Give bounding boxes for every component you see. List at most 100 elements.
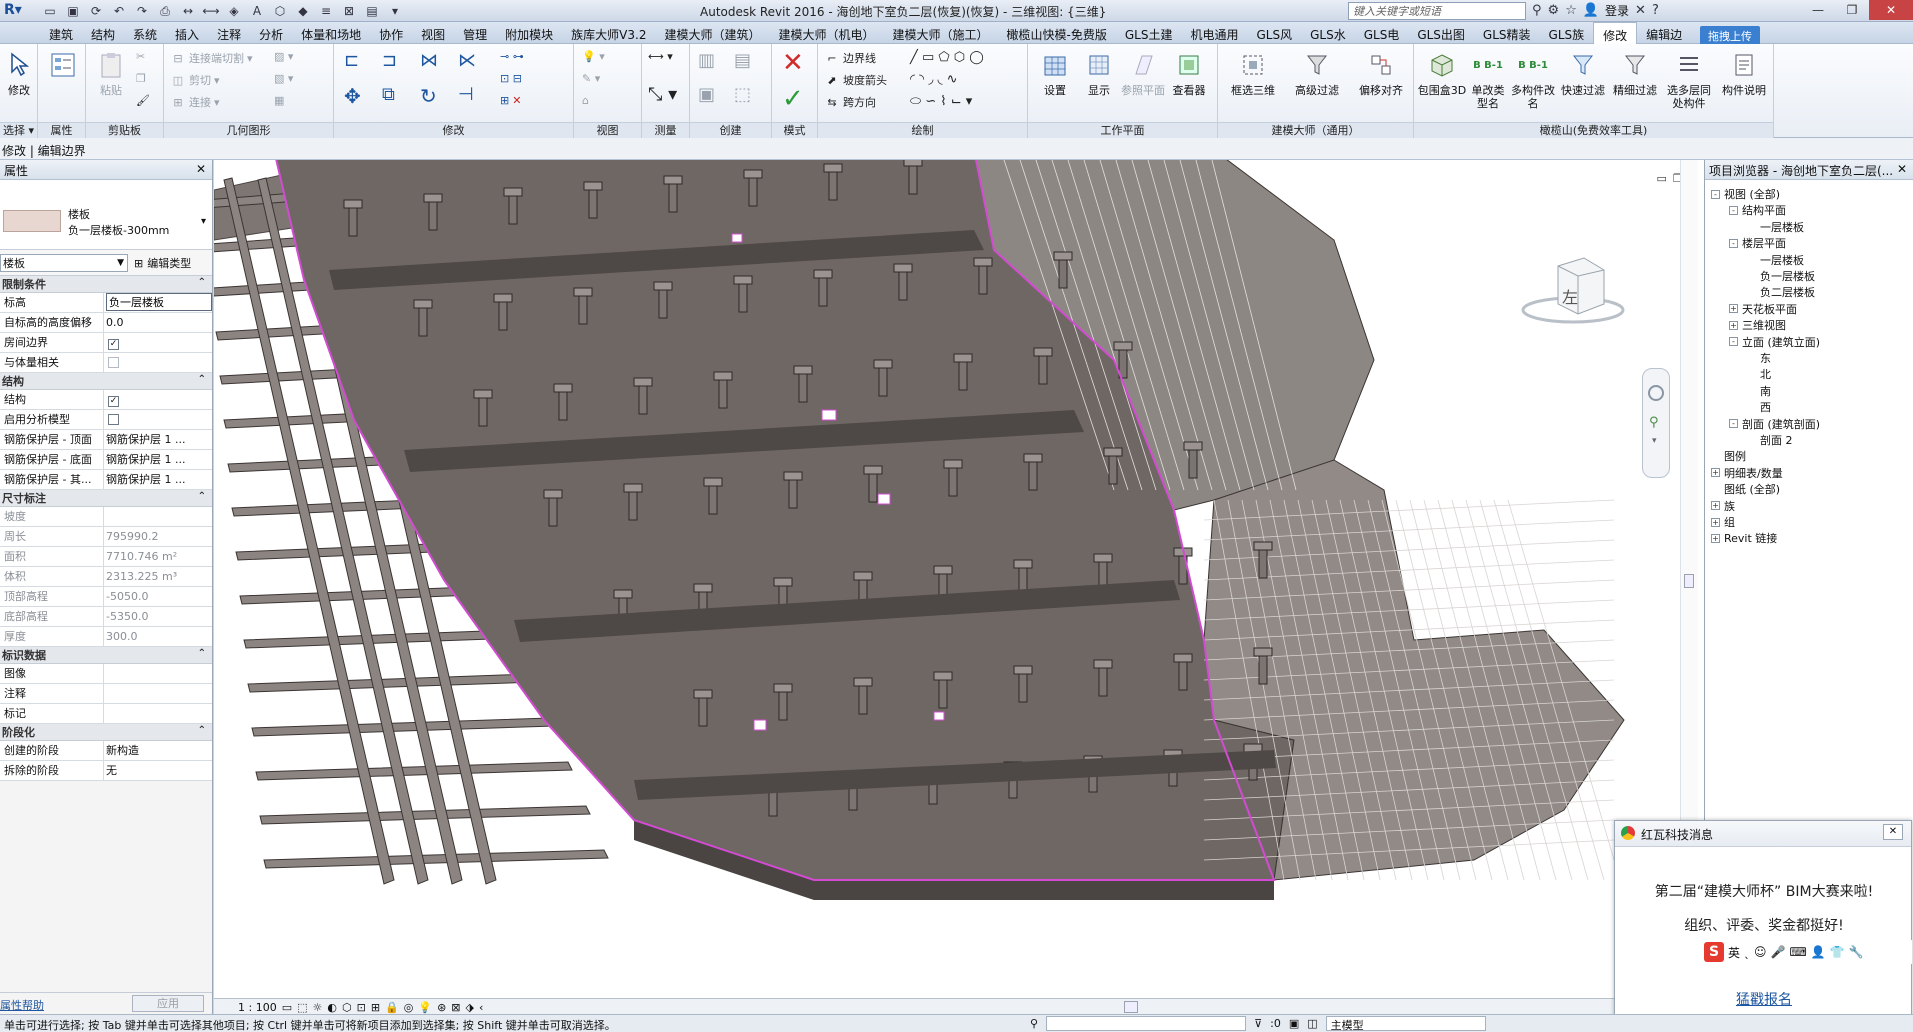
browser-node[interactable]: 西 bbox=[1747, 399, 1771, 415]
collapse-icon[interactable]: - bbox=[1729, 419, 1738, 429]
login-link[interactable]: 登录 bbox=[1605, 2, 1629, 19]
span-direction-button[interactable]: ⇆ 跨方向 bbox=[824, 94, 876, 110]
property-value[interactable]: 新构造 bbox=[104, 741, 212, 760]
property-input[interactable] bbox=[106, 293, 212, 311]
fine-filter-button[interactable]: 精细过滤 bbox=[1610, 50, 1660, 97]
close-hidden-icon[interactable]: ⊠ bbox=[339, 2, 359, 20]
workset-selector[interactable] bbox=[1046, 1016, 1247, 1031]
create-parts-icon[interactable]: ▣ bbox=[698, 84, 715, 105]
sun-path-icon[interactable]: ☼ bbox=[313, 1001, 323, 1014]
box-select-3d-button[interactable]: 框选三维 bbox=[1224, 50, 1282, 97]
section-icon[interactable]: ◆ bbox=[293, 2, 313, 20]
browser-node[interactable]: - 立面 (建筑立面) bbox=[1729, 334, 1820, 350]
create-assembly-icon[interactable]: ⬚ bbox=[734, 84, 751, 105]
property-section-header[interactable]: 限制条件 ⌃ bbox=[0, 276, 212, 293]
switch-windows-icon[interactable]: ▤ bbox=[362, 2, 382, 20]
steering-wheel-icon[interactable] bbox=[1648, 385, 1664, 401]
nav-chevron-icon[interactable]: ▾ bbox=[1652, 436, 1669, 446]
type-selector[interactable]: 楼板 负一层楼板-300mm ▾ bbox=[0, 180, 212, 250]
ribbon-tab[interactable]: 系统 bbox=[124, 22, 166, 44]
demolish-icon[interactable]: ▦ bbox=[274, 94, 284, 107]
browser-node[interactable]: 剖面 2 bbox=[1747, 432, 1793, 448]
browser-node[interactable]: 一层楼板 bbox=[1747, 252, 1804, 268]
copy-icon[interactable]: ❐ bbox=[136, 72, 146, 85]
highlight-displacement-icon[interactable]: ⊠ bbox=[451, 1001, 460, 1014]
property-value[interactable]: 钢筋保护层 1 ... bbox=[104, 450, 212, 469]
ribbon-tab[interactable]: 管理 bbox=[454, 22, 496, 44]
text-icon[interactable]: A bbox=[247, 2, 267, 20]
collapse-icon[interactable]: - bbox=[1729, 337, 1738, 347]
collapse-caret-icon[interactable]: ⌃ bbox=[198, 648, 206, 659]
measure-icon[interactable]: ↔ bbox=[178, 2, 198, 20]
binoculars-icon[interactable]: ⚲ bbox=[1532, 3, 1542, 18]
browser-node[interactable]: 图纸 (全部) bbox=[1711, 481, 1780, 497]
3d-view-icon[interactable]: ⬡ bbox=[270, 2, 290, 20]
close-popup-icon[interactable]: ✕ bbox=[1883, 824, 1903, 840]
editable-only-icon[interactable]: ▣ bbox=[1289, 1017, 1299, 1030]
browser-node[interactable]: + 三维视图 bbox=[1729, 317, 1786, 333]
property-section-header[interactable]: 阶段化 ⌃ bbox=[0, 724, 212, 741]
ribbon-tab[interactable]: 结构 bbox=[82, 22, 124, 44]
finish-edit-icon[interactable]: ✓ bbox=[782, 84, 804, 114]
match-type-icon[interactable]: 🖌 bbox=[136, 94, 150, 107]
browser-node[interactable]: + 族 bbox=[1711, 498, 1735, 514]
zoom-icon[interactable]: ⚲ bbox=[1649, 415, 1669, 430]
design-option-selector[interactable]: 主模型 bbox=[1325, 1016, 1486, 1032]
ribbon-tab[interactable]: 注释 bbox=[208, 22, 250, 44]
sogou-logo-icon[interactable]: S bbox=[1704, 942, 1724, 962]
bounding-box-3d-button[interactable]: 包围盒3D bbox=[1416, 50, 1468, 97]
open-icon[interactable]: ▭ bbox=[40, 2, 60, 20]
rename-type-button[interactable]: B B-1 单改类型名 bbox=[1468, 50, 1508, 111]
split-icon[interactable]: ⊸ ⊶ bbox=[500, 50, 524, 63]
ribbon-tab[interactable]: 建模大师（建筑） bbox=[655, 22, 769, 44]
property-section-header[interactable]: 尺寸标注 ⌃ bbox=[0, 490, 212, 507]
property-value[interactable]: 钢筋保护层 1 ... bbox=[104, 470, 212, 489]
multi-level-select-button[interactable]: 选多层同处构件 bbox=[1664, 50, 1714, 110]
close-browser-icon[interactable]: ✕ bbox=[1897, 162, 1907, 176]
ribbon-tab[interactable]: 族库大师V3.2 bbox=[562, 22, 655, 44]
minimize-view-icon[interactable]: ▭ bbox=[1657, 172, 1667, 185]
horizontal-scrollbar[interactable] bbox=[1124, 1001, 1138, 1013]
browser-node[interactable]: + 天花板平面 bbox=[1729, 301, 1797, 317]
browser-node[interactable]: - 视图 (全部) bbox=[1711, 186, 1780, 202]
expand-icon[interactable]: + bbox=[1711, 533, 1720, 543]
exchange-icon[interactable]: ✕ bbox=[1635, 3, 1646, 18]
subscription-icon[interactable]: ⚙ bbox=[1548, 3, 1560, 18]
undo-icon[interactable]: ↶ bbox=[109, 2, 129, 20]
draw-shapes-row3[interactable]: ⬭ ∽ ⌇ ⌙ ▾ bbox=[910, 94, 972, 109]
expand-icon[interactable]: + bbox=[1711, 468, 1720, 478]
instance-filter-select[interactable]: 楼板 ▼ bbox=[0, 254, 128, 272]
edit-type-button[interactable]: ⊞ 编辑类型 bbox=[134, 255, 191, 271]
collapse-icon[interactable]: - bbox=[1729, 238, 1738, 248]
ribbon-tab[interactable]: GLS族 bbox=[1540, 22, 1594, 44]
ribbon-tab[interactable]: 插入 bbox=[166, 22, 208, 44]
detail-level-icon[interactable]: ▭ bbox=[282, 1001, 292, 1014]
shadows-icon[interactable]: ◐ bbox=[327, 1001, 337, 1014]
rotate-icon[interactable]: ↻ bbox=[420, 84, 437, 108]
select-group-label[interactable]: 选择 ▾ bbox=[0, 122, 37, 138]
expand-icon[interactable]: + bbox=[1711, 517, 1720, 527]
apply-button[interactable]: 应用 bbox=[132, 995, 204, 1012]
ribbon-tab[interactable]: 编辑边 bbox=[1637, 22, 1691, 44]
ribbon-tab[interactable]: 体量和场地 bbox=[292, 22, 370, 44]
property-checkbox[interactable]: ✓ bbox=[108, 396, 119, 407]
ribbon-tab[interactable]: 建模大师（机电） bbox=[769, 22, 883, 44]
property-section-header[interactable]: 结构 ⌃ bbox=[0, 373, 212, 390]
revit-logo-icon[interactable]: R▾ bbox=[4, 2, 32, 20]
aligned-dimension-icon[interactable]: ⤡ ▾ bbox=[648, 84, 677, 105]
ime-tool-icon[interactable]: 🔧 bbox=[1849, 945, 1864, 959]
ribbon-tab[interactable]: 建模大师（施工） bbox=[884, 22, 998, 44]
align-icon[interactable]: ⊏ bbox=[344, 50, 359, 71]
ime-emoji-icon[interactable]: ☺ bbox=[1754, 945, 1767, 959]
ribbon-tab[interactable]: 修改 bbox=[1593, 22, 1638, 44]
property-value[interactable] bbox=[104, 704, 212, 723]
browser-node[interactable]: + 组 bbox=[1711, 514, 1735, 530]
browser-node[interactable]: 负二层楼板 bbox=[1747, 284, 1815, 300]
split-face-icon[interactable]: ▨ ▾ bbox=[274, 50, 293, 63]
view-scale[interactable]: 1 : 100 bbox=[238, 1001, 277, 1014]
viewcube-face-label[interactable]: 左 bbox=[1562, 284, 1578, 308]
print-icon[interactable]: ⎙ bbox=[155, 2, 175, 20]
ime-skin-icon[interactable]: 👕 bbox=[1830, 945, 1845, 959]
scale-icon[interactable]: ⊞ ✕ bbox=[500, 94, 521, 107]
property-value[interactable] bbox=[104, 664, 212, 683]
